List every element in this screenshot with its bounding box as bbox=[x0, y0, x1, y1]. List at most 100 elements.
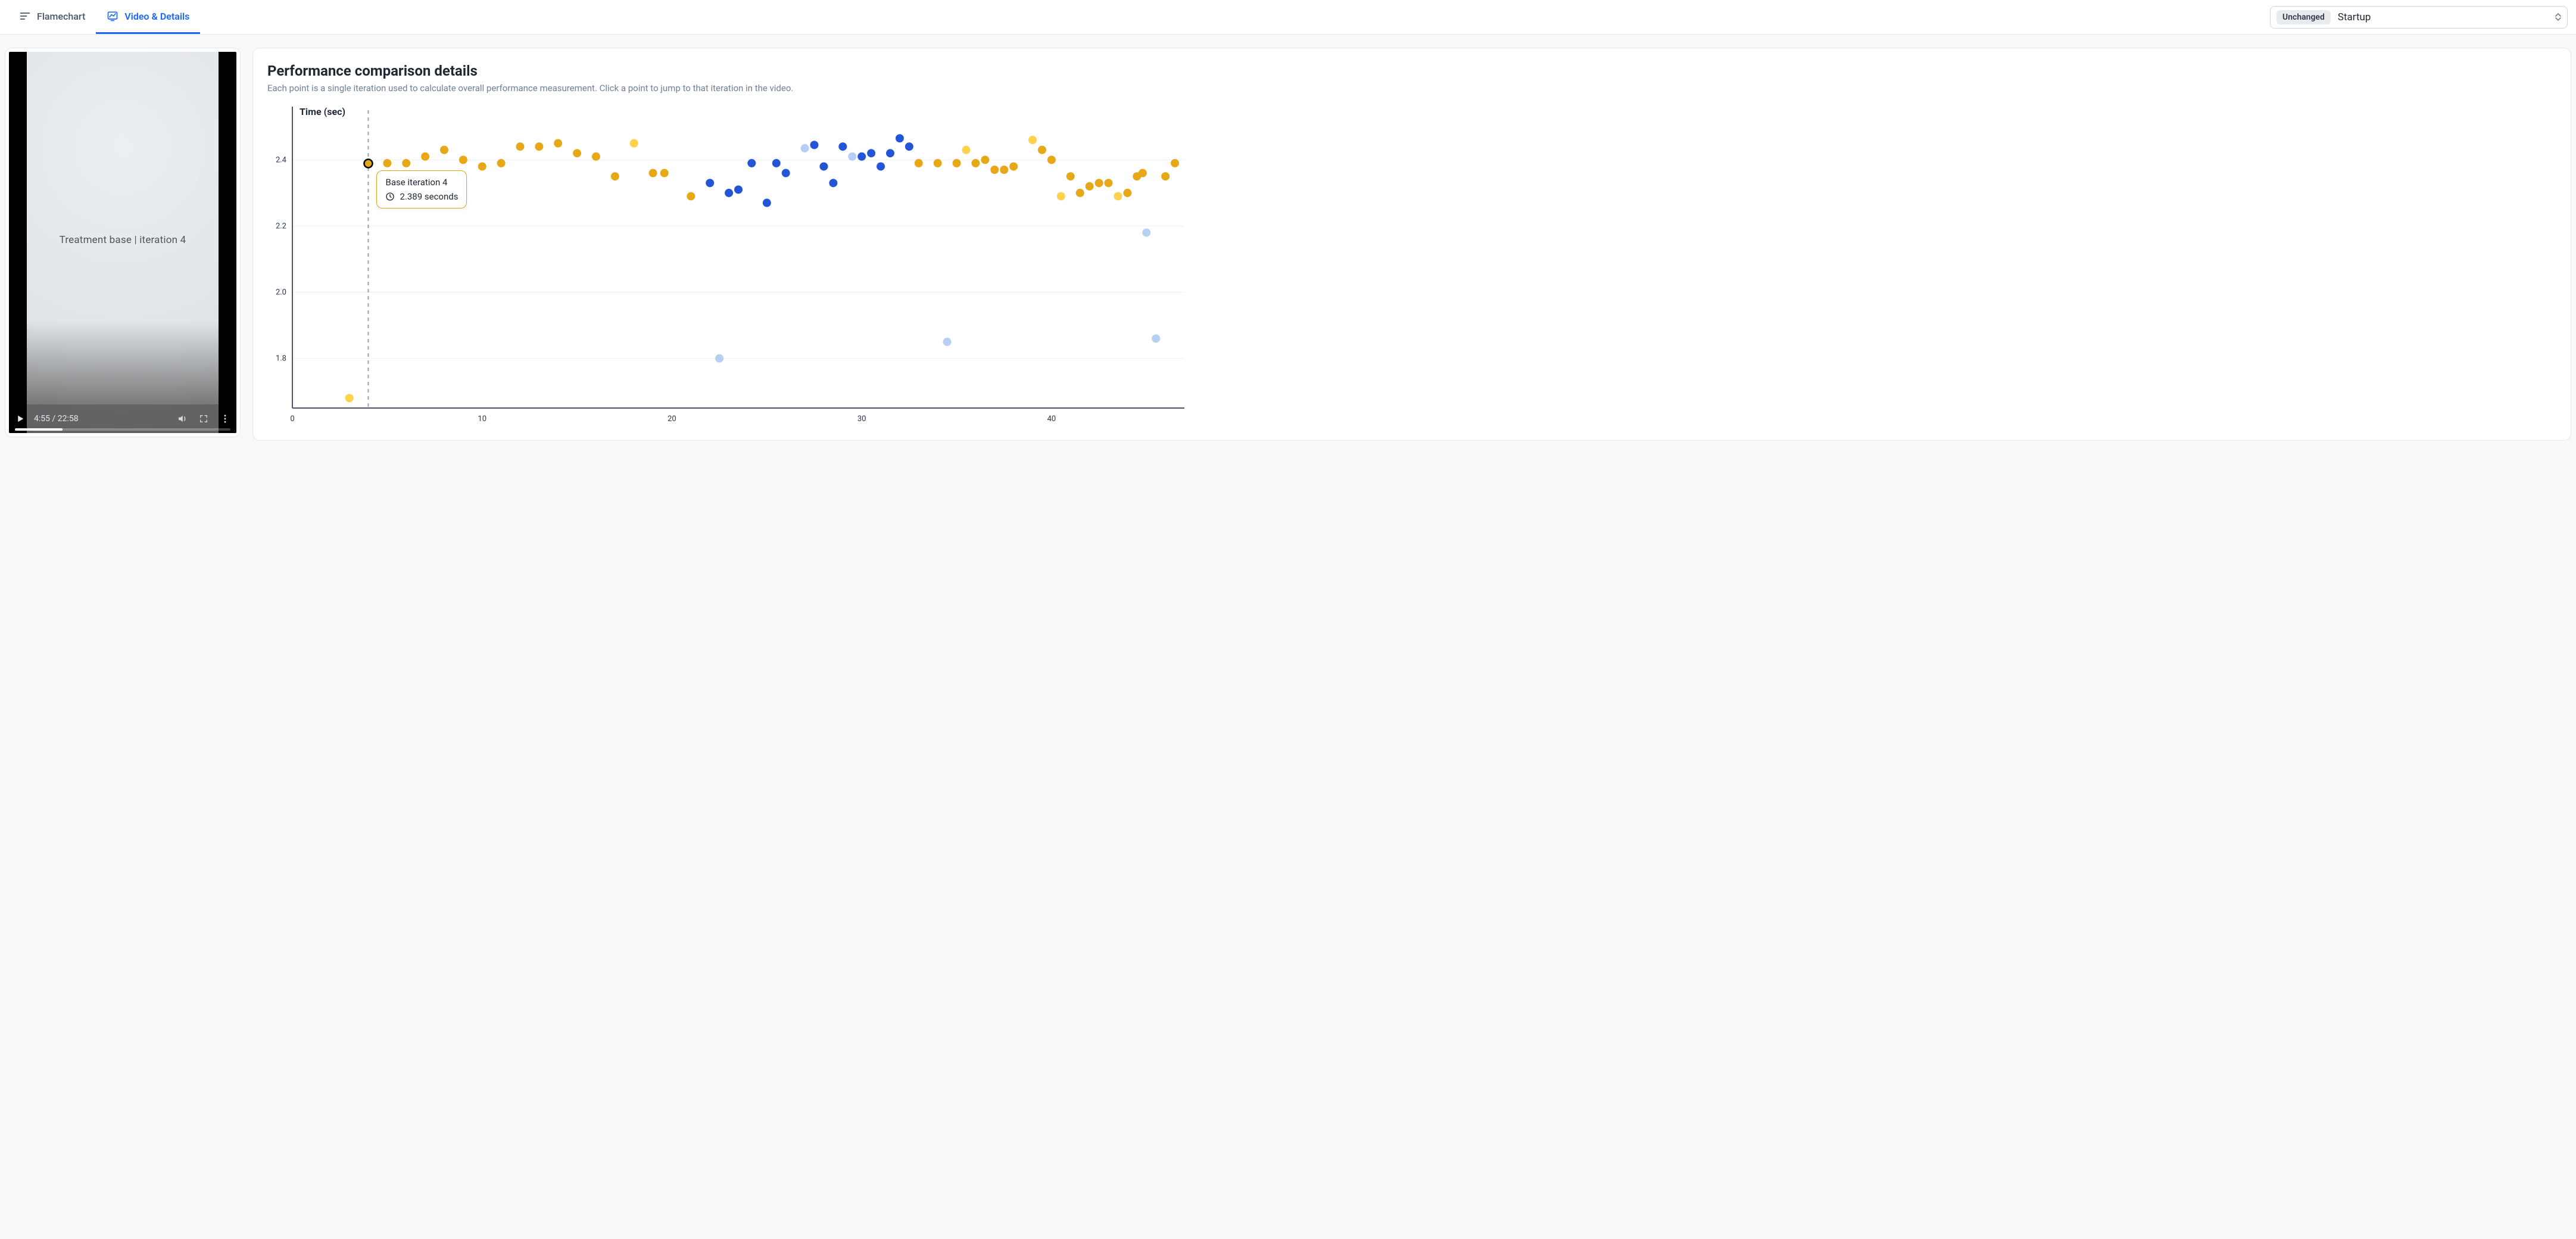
chart-point[interactable] bbox=[1000, 166, 1008, 174]
chart-point[interactable] bbox=[573, 149, 581, 157]
svg-text:0: 0 bbox=[290, 415, 294, 424]
svg-text:1.8: 1.8 bbox=[276, 354, 286, 363]
chart-point[interactable] bbox=[1123, 189, 1131, 197]
chart-point[interactable] bbox=[867, 149, 875, 157]
chart-point[interactable] bbox=[535, 142, 543, 151]
performance-scatter-chart[interactable]: 1.8 2.0 2.2 2.4 0 10 20 30 40 Time (sec) Base iter… bbox=[267, 104, 1196, 426]
chart-point[interactable] bbox=[747, 159, 756, 167]
chart-point[interactable] bbox=[554, 139, 562, 148]
svg-text:10: 10 bbox=[478, 415, 486, 424]
fullscreen-icon[interactable] bbox=[198, 413, 209, 424]
chart-point[interactable] bbox=[497, 159, 506, 167]
chart-point[interactable] bbox=[1066, 172, 1075, 180]
chart-point[interactable] bbox=[1009, 162, 1018, 170]
chart-point[interactable] bbox=[734, 185, 743, 194]
chart-point[interactable] bbox=[402, 159, 410, 167]
clock-icon bbox=[385, 192, 395, 201]
chart-point[interactable] bbox=[364, 159, 372, 167]
chart-point[interactable] bbox=[1152, 334, 1160, 343]
chart-point[interactable] bbox=[1047, 155, 1056, 164]
chart-point[interactable] bbox=[715, 354, 723, 363]
svg-text:2.0: 2.0 bbox=[276, 288, 286, 297]
chart-point[interactable] bbox=[687, 192, 695, 200]
chart-point[interactable] bbox=[915, 159, 923, 167]
chart-point[interactable] bbox=[516, 142, 524, 151]
chart-point[interactable] bbox=[1057, 192, 1065, 200]
metric-selector[interactable]: Unchanged Startup bbox=[2270, 6, 2568, 29]
chart-point[interactable] bbox=[1171, 159, 1179, 167]
chart-point[interactable] bbox=[1095, 179, 1103, 187]
tab-flamechart[interactable]: Flamechart bbox=[8, 0, 96, 34]
chart-point[interactable] bbox=[857, 152, 866, 161]
chart-point[interactable] bbox=[725, 189, 733, 197]
more-icon[interactable] bbox=[220, 413, 230, 424]
metric-value: Startup bbox=[2338, 11, 2548, 23]
chart-point[interactable] bbox=[829, 179, 837, 187]
svg-text:2.4: 2.4 bbox=[276, 155, 287, 164]
details-subtitle: Each point is a single iteration used to… bbox=[267, 83, 2556, 94]
svg-text:20: 20 bbox=[668, 415, 676, 424]
chart-point[interactable] bbox=[763, 199, 771, 207]
chart-point[interactable] bbox=[962, 146, 970, 154]
chart-point[interactable] bbox=[649, 169, 657, 178]
tooltip-value: 2.389 seconds bbox=[400, 191, 458, 202]
details-title: Performance comparison details bbox=[267, 63, 2556, 79]
chart-point[interactable] bbox=[810, 141, 818, 149]
details-panel: Performance comparison details Each poin… bbox=[252, 48, 2571, 441]
chart-point[interactable] bbox=[782, 169, 790, 178]
volume-icon[interactable] bbox=[177, 413, 188, 424]
chart-point[interactable] bbox=[1038, 146, 1046, 154]
chevron-up-down-icon bbox=[2555, 13, 2561, 21]
chart-point[interactable] bbox=[478, 162, 486, 170]
chart-point[interactable] bbox=[819, 162, 828, 170]
chart-point[interactable] bbox=[1028, 136, 1037, 144]
svg-text:40: 40 bbox=[1047, 415, 1056, 424]
tooltip-title: Base iteration 4 bbox=[385, 177, 458, 188]
chart-point[interactable] bbox=[886, 149, 894, 157]
chart-point[interactable] bbox=[953, 159, 961, 167]
chart-point[interactable] bbox=[1139, 169, 1147, 178]
chart-point[interactable] bbox=[1114, 192, 1122, 200]
svg-text:Time (sec): Time (sec) bbox=[300, 106, 345, 117]
play-icon[interactable] bbox=[15, 413, 26, 424]
chart-point[interactable] bbox=[459, 155, 467, 164]
svg-text:30: 30 bbox=[857, 415, 866, 424]
chart-point[interactable] bbox=[630, 139, 638, 148]
chart-point[interactable] bbox=[801, 144, 809, 152]
chart-point[interactable] bbox=[421, 152, 429, 161]
chart-point[interactable] bbox=[971, 159, 980, 167]
chart-point[interactable] bbox=[990, 166, 999, 174]
tab-video-details[interactable]: Video & Details bbox=[96, 0, 200, 34]
chart-point[interactable] bbox=[1105, 179, 1113, 187]
chart-point[interactable] bbox=[943, 338, 952, 346]
chart-point[interactable] bbox=[848, 152, 856, 161]
tab-bar: Flamechart Video & Details Unchanged Sta… bbox=[0, 0, 2576, 35]
chart-point[interactable] bbox=[896, 134, 904, 142]
video-progress[interactable] bbox=[15, 428, 230, 431]
tab-label: Flamechart bbox=[37, 11, 85, 22]
chart-point[interactable] bbox=[660, 169, 669, 178]
chart-point[interactable] bbox=[706, 179, 714, 187]
chart-point[interactable] bbox=[345, 394, 354, 402]
chart-point[interactable] bbox=[905, 142, 913, 151]
tab-label: Video & Details bbox=[124, 11, 189, 22]
chart-point[interactable] bbox=[592, 152, 600, 161]
chart-point[interactable] bbox=[772, 159, 781, 167]
chart-point[interactable] bbox=[981, 155, 989, 164]
video-panel: Treatment base | iteration 4 4:55 / 22:5… bbox=[5, 48, 241, 437]
chart-point[interactable] bbox=[838, 142, 847, 151]
chart-point[interactable] bbox=[1086, 182, 1094, 191]
chart-point[interactable] bbox=[611, 172, 619, 180]
chart-point[interactable] bbox=[440, 146, 448, 154]
chart-point[interactable] bbox=[877, 162, 885, 170]
chart-point[interactable] bbox=[1076, 189, 1084, 197]
chart-point[interactable] bbox=[383, 159, 391, 167]
chart-point[interactable] bbox=[934, 159, 942, 167]
video-caption: Treatment base | iteration 4 bbox=[27, 234, 219, 246]
chart-point[interactable] bbox=[1142, 229, 1150, 237]
video-time: 4:55 / 22:58 bbox=[34, 414, 79, 424]
video-player[interactable]: Treatment base | iteration 4 4:55 / 22:5… bbox=[9, 52, 236, 433]
metric-badge: Unchanged bbox=[2276, 10, 2331, 24]
chart-point[interactable] bbox=[1161, 172, 1170, 180]
svg-text:2.2: 2.2 bbox=[276, 222, 286, 231]
